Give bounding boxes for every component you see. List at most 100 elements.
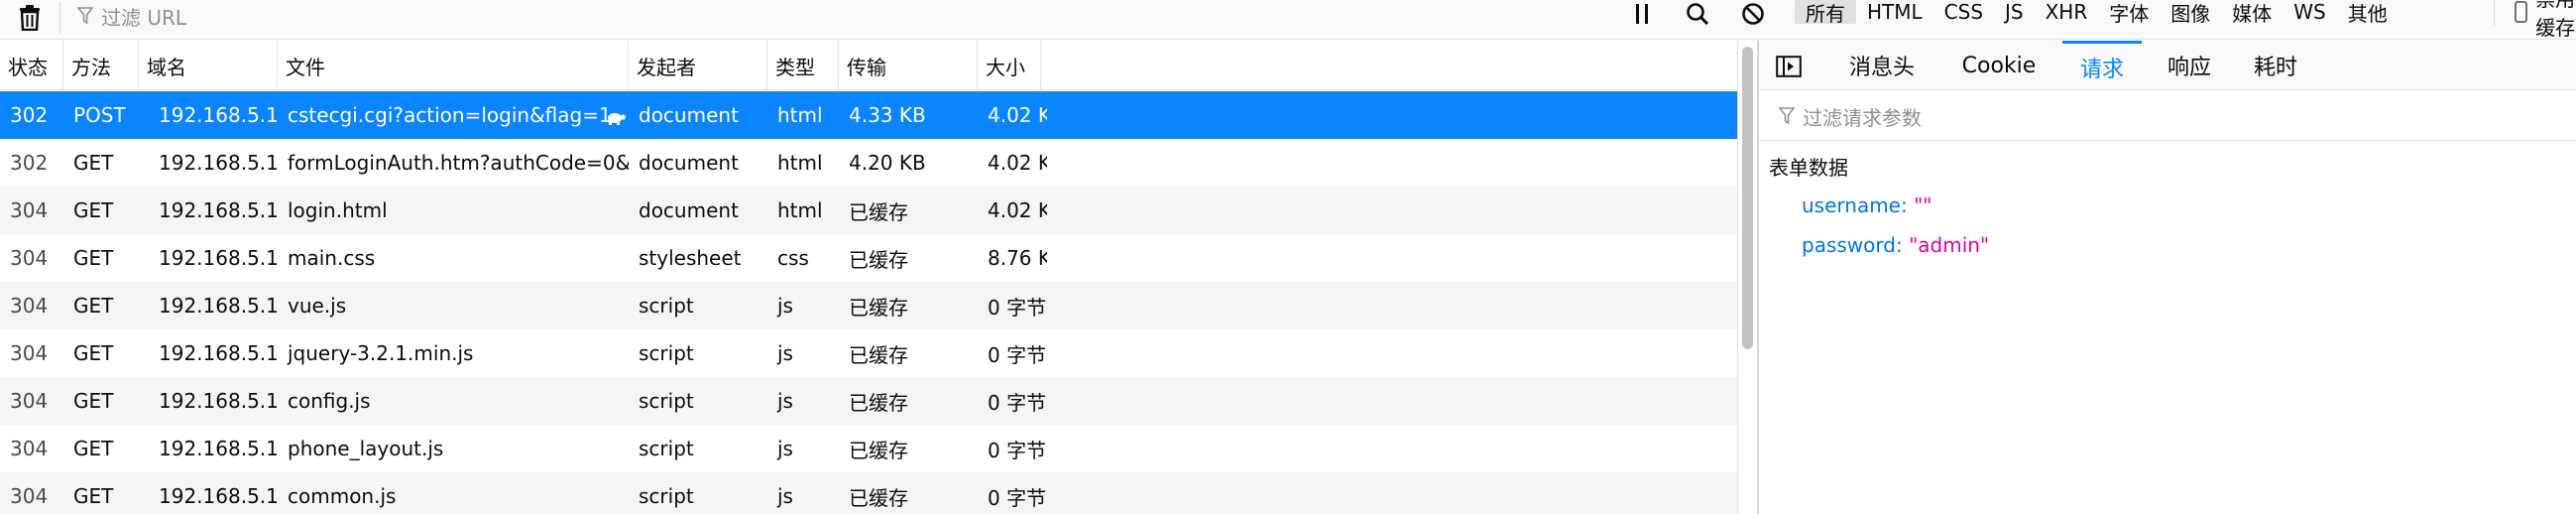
cell-status: 302 — [0, 139, 63, 187]
scrollbar-thumb[interactable] — [1742, 47, 1753, 349]
details-tab[interactable]: Cookie — [1955, 41, 2043, 90]
cell-transferred: 4.20 KB — [839, 139, 978, 187]
cell-transferred: 已缓存 — [839, 377, 978, 425]
cell-domain: 192.168.5.12 — [139, 187, 278, 234]
funnel-icon — [77, 7, 93, 25]
cell-method: GET — [63, 282, 139, 329]
cell-method: GET — [63, 234, 139, 282]
form-data-section-header[interactable]: 表单数据 — [1769, 148, 1848, 184]
cell-transferred: 已缓存 — [839, 425, 978, 472]
url-filter-input[interactable]: 过滤 URL — [77, 0, 186, 32]
type-text: js — [777, 389, 793, 413]
column-header-initiator[interactable]: 发起者 — [629, 41, 767, 90]
request-row[interactable]: 304 GET 192.168.5.12 phone_layout.js script j… — [0, 425, 1737, 472]
type-filter-button[interactable]: 媒体 — [2221, 0, 2283, 26]
network-toolbar: 过滤 URL 所有HTMLCSSJSXHR字体图像媒体WS其他 禁用缓存 — [0, 0, 2576, 40]
cell-initiator: script — [629, 329, 767, 377]
request-row[interactable]: 304 GET 192.168.5.12 vue.js script js 已缓存 0 字节 — [0, 282, 1737, 329]
column-header-size[interactable]: 大小 — [978, 41, 1041, 90]
transferred-text: 已缓存 — [849, 485, 908, 510]
method-text: GET — [73, 151, 114, 175]
request-row[interactable]: 304 GET 192.168.5.12 common.js script js 已缓存 0 … — [0, 472, 1737, 514]
request-row[interactable]: 304 GET 192.168.5.12 jquery-3.2.1.min.js scr… — [0, 329, 1737, 377]
type-filter-button[interactable]: 其他 — [2337, 0, 2399, 26]
method-text: GET — [73, 389, 114, 413]
checkbox-box[interactable] — [2515, 1, 2528, 23]
details-tab[interactable]: 耗时 — [2241, 41, 2310, 90]
cell-method: GET — [63, 329, 139, 377]
status-text: 304 — [10, 484, 49, 508]
initiator-text: script — [639, 389, 694, 413]
request-row[interactable]: 302 POST 192.168.5.12 cstecgi.cgi?action=lo… — [0, 91, 1737, 139]
initiator-text: document — [639, 103, 739, 127]
type-filter-button[interactable]: XHR — [2035, 0, 2099, 24]
slow-request-indicator — [605, 107, 627, 131]
method-text: GET — [73, 437, 114, 460]
toggle-sidebar-button[interactable] — [1775, 53, 1803, 80]
search-icon — [1687, 3, 1709, 26]
request-row[interactable]: 304 GET 192.168.5.12 config.js script js 已缓存 0 … — [0, 377, 1737, 425]
size-text: 0 字节 — [988, 485, 1047, 510]
cell-method: GET — [63, 139, 139, 187]
file-text: formLoginAuth.htm?authCode=0&userName=&g… — [288, 151, 629, 175]
toolbar-actions — [1614, 0, 1781, 28]
cell-size: 4.02 KB — [978, 187, 1047, 234]
type-filter-button[interactable]: CSS — [1933, 0, 1994, 24]
cell-method: POST — [63, 91, 139, 139]
details-tab[interactable]: 响应 — [2156, 41, 2223, 90]
size-text: 4.02 KB — [988, 103, 1047, 127]
type-filter-button[interactable]: 图像 — [2160, 0, 2221, 26]
cell-type: html — [767, 187, 839, 234]
type-filter-button[interactable]: JS — [1994, 0, 2035, 24]
status-text: 304 — [10, 389, 49, 413]
form-data-colon: : — [1901, 193, 1915, 217]
cell-transferred: 已缓存 — [839, 234, 978, 282]
request-row[interactable]: 302 GET 192.168.5.12 formLoginAuth.htm?auth… — [0, 139, 1737, 187]
clear-requests-button[interactable] — [10, 0, 50, 36]
column-header-status[interactable]: 状态 — [0, 41, 63, 90]
initiator-text: stylesheet — [639, 246, 742, 270]
status-text: 304 — [10, 246, 49, 270]
column-header-file[interactable]: 文件 — [278, 41, 629, 90]
cell-status: 304 — [0, 425, 63, 472]
file-text: common.js — [288, 484, 397, 508]
cell-initiator: script — [629, 377, 767, 425]
type-text: html — [777, 198, 823, 222]
request-params-filter-input[interactable]: 过滤请求参数 — [1779, 96, 1922, 136]
cell-initiator: document — [629, 187, 767, 234]
cell-method: GET — [63, 187, 139, 234]
type-filter-button[interactable]: HTML — [1856, 0, 1933, 24]
column-header-domain[interactable]: 域名 — [139, 41, 278, 90]
type-filter-button[interactable]: 所有 — [1795, 0, 1856, 26]
method-text: POST — [73, 103, 126, 127]
pause-button[interactable] — [1614, 2, 1670, 26]
cell-initiator: script — [629, 472, 767, 514]
cell-status: 304 — [0, 472, 63, 514]
cell-domain: 192.168.5.12 — [139, 91, 278, 139]
disable-cache-checkbox[interactable]: 禁用缓存 — [2515, 0, 2576, 40]
request-row[interactable]: 304 GET 192.168.5.12 main.css stylesheet css 已… — [0, 234, 1737, 282]
cell-file: config.js — [278, 377, 629, 425]
table-scrollbar[interactable] — [1737, 41, 1756, 514]
type-text: js — [777, 294, 793, 318]
cell-file: formLoginAuth.htm?authCode=0&userName=&g… — [278, 139, 629, 187]
method-text: GET — [73, 484, 114, 508]
column-header-type[interactable]: 类型 — [767, 41, 839, 90]
cell-size: 4.02 KB — [978, 139, 1047, 187]
cell-file: main.css — [278, 234, 629, 282]
details-tab[interactable]: 消息头 — [1832, 41, 1932, 90]
type-filter-button[interactable]: WS — [2283, 0, 2336, 24]
cell-file: login.html — [278, 187, 629, 234]
details-tab[interactable]: 请求 — [2062, 41, 2142, 90]
cell-initiator: document — [629, 139, 767, 187]
type-filter-button[interactable]: 字体 — [2098, 0, 2160, 26]
size-text: 0 字节 — [988, 390, 1047, 415]
request-row[interactable]: 304 GET 192.168.5.12 login.html document html… — [0, 187, 1737, 234]
block-requests-button[interactable] — [1725, 2, 1781, 26]
search-button[interactable] — [1670, 2, 1725, 26]
column-header-transferred[interactable]: 传输 — [839, 41, 978, 90]
cell-size: 8.76 KB — [978, 234, 1047, 282]
cell-file: phone_layout.js — [278, 425, 629, 472]
column-header-method[interactable]: 方法 — [63, 41, 139, 90]
cell-transferred: 已缓存 — [839, 472, 978, 514]
